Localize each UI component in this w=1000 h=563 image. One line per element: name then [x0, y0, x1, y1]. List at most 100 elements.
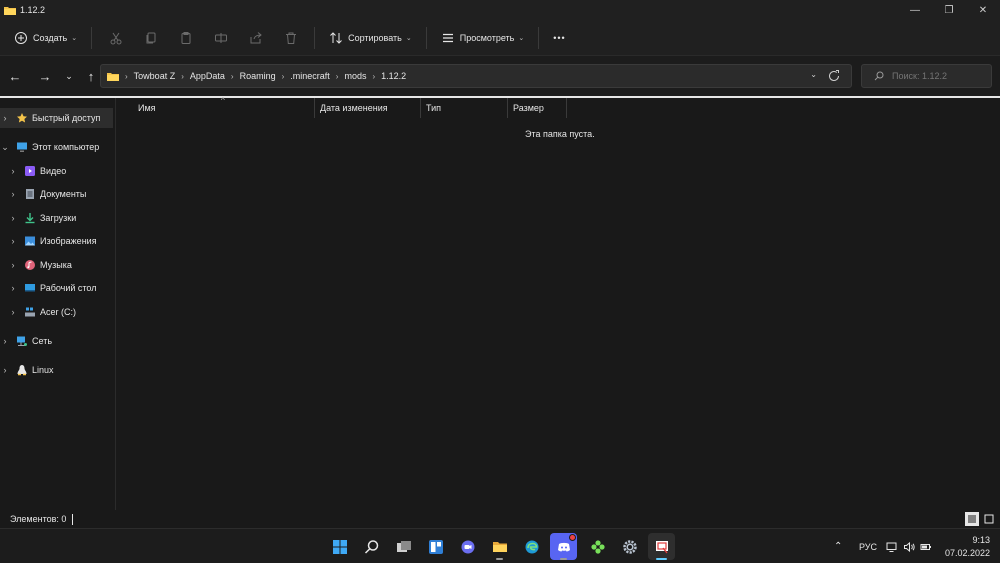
column-header-size[interactable]: Размер: [508, 98, 567, 118]
show-hidden-icons-button[interactable]: ⌃: [834, 529, 842, 563]
sidebar-item-quick-access[interactable]: › Быстрый доступ: [0, 108, 113, 128]
delete-button[interactable]: [273, 25, 308, 51]
tray-icons[interactable]: [886, 529, 932, 563]
breadcrumb-item[interactable]: .minecraft ›: [290, 71, 344, 81]
sidebar-item-pictures[interactable]: › Изображения: [0, 231, 113, 251]
refresh-icon[interactable]: [827, 69, 841, 83]
sidebar-item-label: Рабочий стол: [40, 283, 97, 293]
taskbar-discord[interactable]: [550, 533, 577, 560]
column-header-name[interactable]: Имя: [133, 98, 315, 118]
sidebar-item-label: Быстрый доступ: [32, 113, 101, 123]
maximize-button[interactable]: ❐: [932, 0, 966, 20]
chevron-right-icon: ›: [125, 71, 128, 81]
volume-icon: [904, 541, 915, 552]
details-view-button[interactable]: [965, 512, 979, 526]
breadcrumb-item[interactable]: Roaming ›: [240, 71, 291, 81]
input-language[interactable]: РУС: [859, 529, 877, 563]
rename-button[interactable]: [203, 25, 238, 51]
breadcrumb-item[interactable]: Towboat Z ›: [134, 71, 190, 81]
linux-icon: [17, 365, 27, 376]
up-button[interactable]: ↑: [80, 64, 102, 88]
paste-button[interactable]: [168, 25, 203, 51]
title-bar: 1.12.2 — ❐ ✕: [0, 0, 1000, 20]
downloads-icon: [25, 213, 35, 224]
more-options-button[interactable]: •••: [545, 25, 573, 51]
folder-icon: [4, 6, 16, 15]
taskbar-settings[interactable]: [616, 533, 643, 560]
share-button[interactable]: [238, 25, 273, 51]
chevron-down-icon[interactable]: ⌄: [0, 142, 10, 153]
chevron-right-icon[interactable]: ›: [0, 365, 10, 375]
sidebar-item-downloads[interactable]: › Загрузки: [0, 208, 113, 228]
chevron-down-icon: ⌄: [71, 34, 78, 42]
sidebar-item-linux[interactable]: › Linux: [0, 360, 113, 380]
view-button[interactable]: Просмотреть ⌄: [433, 25, 533, 51]
chevron-right-icon[interactable]: ›: [0, 336, 10, 346]
sidebar-item-drive-c[interactable]: › Acer (C:): [0, 302, 113, 322]
chevron-up-icon: ⌃: [834, 541, 843, 552]
widgets-button[interactable]: [422, 533, 449, 560]
sidebar-item-label: Видео: [40, 166, 67, 176]
divider: [314, 26, 316, 49]
settings-icon: [622, 539, 637, 554]
chevron-right-icon[interactable]: ›: [8, 236, 18, 246]
chevron-right-icon[interactable]: ›: [8, 307, 18, 317]
sidebar-item-network[interactable]: › Сеть: [0, 331, 113, 351]
notification-badge: [569, 534, 576, 541]
taskbar-game[interactable]: [584, 533, 611, 560]
start-icon: [332, 539, 347, 554]
copy-button[interactable]: [133, 25, 168, 51]
star-icon: [17, 113, 27, 123]
chevron-right-icon: ›: [372, 71, 376, 81]
taskbar-edge[interactable]: [518, 533, 545, 560]
taskbar-search-button[interactable]: [358, 533, 385, 560]
battery-icon: [920, 543, 931, 550]
command-bar: Создать ⌄ Сортировать ⌄ Просмотреть ⌄ ••…: [0, 20, 1000, 56]
chevron-right-icon[interactable]: ›: [0, 113, 10, 123]
column-header-date-modified[interactable]: Дата изменения: [315, 98, 421, 118]
sidebar-item-music[interactable]: › Музыка: [0, 255, 113, 275]
chevron-right-icon[interactable]: ›: [8, 260, 18, 270]
address-bar[interactable]: › Towboat Z › AppData › Roaming › .minecraf…: [100, 64, 852, 88]
sidebar-item-label: Изображения: [40, 236, 97, 246]
chevron-right-icon[interactable]: ›: [8, 213, 18, 223]
back-button[interactable]: ←: [4, 64, 26, 88]
close-button[interactable]: ✕: [966, 0, 1000, 20]
taskbar-snipping-tool[interactable]: [648, 533, 675, 560]
breadcrumb-root[interactable]: ›: [119, 72, 134, 81]
chat-button[interactable]: [454, 533, 481, 560]
column-header-type[interactable]: Тип: [421, 98, 508, 118]
address-history-dropdown[interactable]: ⌄: [810, 70, 817, 79]
create-button[interactable]: Создать ⌄: [6, 25, 85, 51]
minimize-button[interactable]: —: [898, 0, 932, 20]
breadcrumb-item[interactable]: mods ›: [344, 71, 381, 81]
taskbar-file-explorer[interactable]: [486, 533, 513, 560]
sidebar-item-label: Сеть: [32, 336, 53, 346]
chevron-right-icon: ›: [281, 71, 285, 81]
sidebar-item-this-pc[interactable]: ⌄ Этот компьютер: [0, 137, 113, 157]
view-label: Просмотреть: [459, 32, 515, 43]
start-button[interactable]: [326, 533, 353, 560]
search-input[interactable]: [892, 71, 982, 81]
cut-button[interactable]: [98, 25, 133, 51]
taskbar: ⌃ РУС 9:13 07.02.2022: [0, 528, 1000, 563]
discord-icon: [557, 542, 570, 551]
task-view-button[interactable]: [390, 533, 417, 560]
chevron-right-icon[interactable]: ›: [8, 283, 18, 293]
clock-time: 9:13: [972, 535, 990, 545]
sort-button[interactable]: Сортировать ⌄: [321, 25, 420, 51]
sidebar-item-documents[interactable]: › Документы: [0, 184, 113, 204]
search-box[interactable]: [861, 64, 992, 88]
tiles-view-button[interactable]: [982, 512, 996, 526]
chevron-down-icon: ⌄: [518, 34, 525, 42]
breadcrumb-current[interactable]: 1.12.2: [381, 71, 406, 81]
forward-button[interactable]: →: [34, 64, 56, 88]
chevron-right-icon[interactable]: ›: [8, 189, 18, 199]
sidebar-item-video[interactable]: › Видео: [0, 161, 113, 181]
chevron-right-icon[interactable]: ›: [8, 166, 18, 176]
breadcrumb-item[interactable]: AppData ›: [190, 71, 240, 81]
clock[interactable]: 9:13 07.02.2022: [945, 534, 990, 560]
computer-icon: [17, 142, 27, 152]
recent-locations-button[interactable]: ⌄: [58, 64, 80, 88]
sidebar-item-desktop[interactable]: › Рабочий стол: [0, 278, 113, 298]
